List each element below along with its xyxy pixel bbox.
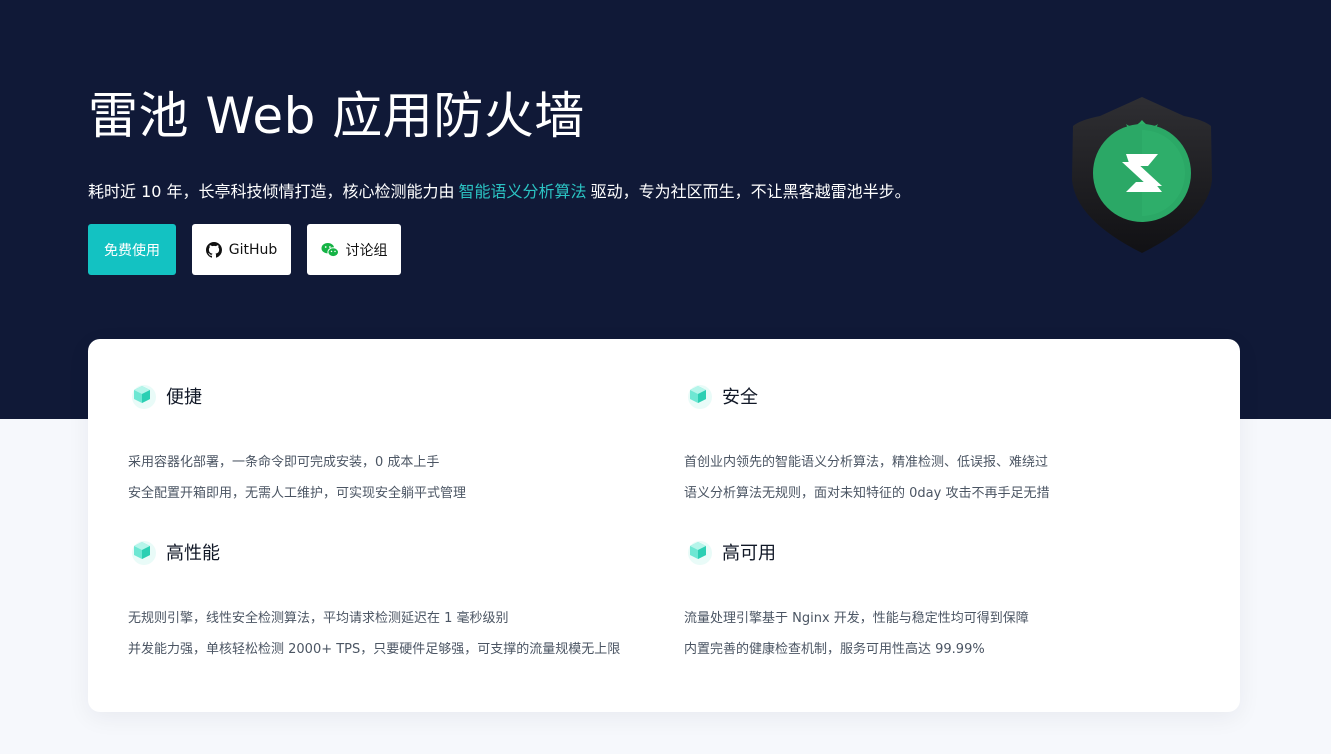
- feature-item: 高可用 流量处理引擎基于 Nginx 开发，性能与稳定性均可得到保障 内置完善的…: [684, 535, 1204, 670]
- cube-icon: [684, 381, 714, 411]
- feature-item: 高性能 无规则引擎，线性安全检测算法，平均请求检测延迟在 1 毫秒级别 并发能力…: [128, 535, 648, 670]
- feature-description: 安全配置开箱即用，无需人工维护，可实现安全躺平式管理: [128, 486, 467, 501]
- hero-subtitle: 耗时近 10 年，长亭科技倾情打造，核心检测能力由 智能语义分析算法 驱动，专为社区…: [88, 178, 911, 202]
- shield-logo-icon: [1066, 94, 1218, 256]
- cube-icon: [128, 381, 158, 411]
- feature-item: 便捷 采用容器化部署，一条命令即可完成安装，0 成本上手 安全配置开箱即用，无需…: [128, 379, 648, 514]
- feature-title: 安全: [722, 387, 758, 408]
- cube-icon: [684, 537, 714, 567]
- hero-subtitle-text-after: 驱动，专为社区而生，不让黑客越雷池半步。: [590, 182, 911, 201]
- features-card: 便捷 采用容器化部署，一条命令即可完成安装，0 成本上手 安全配置开箱即用，无需…: [88, 339, 1240, 712]
- feature-title: 高性能: [166, 543, 220, 564]
- free-use-button[interactable]: 免费使用: [88, 224, 176, 275]
- feature-description: 采用容器化部署，一条命令即可完成安装，0 成本上手: [128, 455, 440, 470]
- feature-item: 安全 首创业内领先的智能语义分析算法，精准检测、低误报、难绕过 语义分析算法无规…: [684, 379, 1204, 514]
- hero-subtitle-text-before: 耗时近 10 年，长亭科技倾情打造，核心检测能力由: [88, 182, 455, 201]
- feature-description: 首创业内领先的智能语义分析算法，精准检测、低误报、难绕过: [684, 455, 1049, 470]
- free-use-button-label: 免费使用: [104, 242, 160, 259]
- feature-description: 语义分析算法无规则，面对未知特征的 0day 攻击不再手足无措: [684, 486, 1050, 501]
- github-button-label: GitHub: [228, 241, 278, 258]
- discussion-group-button-label: 讨论组: [345, 242, 388, 259]
- wechat-icon: [321, 242, 339, 258]
- page-title: 雷池 Web 应用防火墙: [88, 87, 585, 145]
- cube-icon: [128, 537, 158, 567]
- feature-title: 便捷: [166, 387, 202, 408]
- feature-title: 高可用: [722, 543, 776, 564]
- feature-description: 无规则引擎，线性安全检测算法，平均请求检测延迟在 1 毫秒级别: [128, 611, 509, 626]
- feature-description: 并发能力强，单核轻松检测 2000+ TPS，只要硬件足够强，可支撑的流量规模无…: [128, 642, 621, 657]
- github-icon: [205, 241, 222, 258]
- github-button[interactable]: GitHub: [192, 224, 291, 275]
- feature-description: 内置完善的健康检查机制，服务可用性高达 99.99%: [684, 642, 985, 657]
- discussion-group-button[interactable]: 讨论组: [307, 224, 401, 275]
- feature-description: 流量处理引擎基于 Nginx 开发，性能与稳定性均可得到保障: [684, 611, 1029, 626]
- hero-subtitle-highlight: 智能语义分析算法: [458, 182, 587, 201]
